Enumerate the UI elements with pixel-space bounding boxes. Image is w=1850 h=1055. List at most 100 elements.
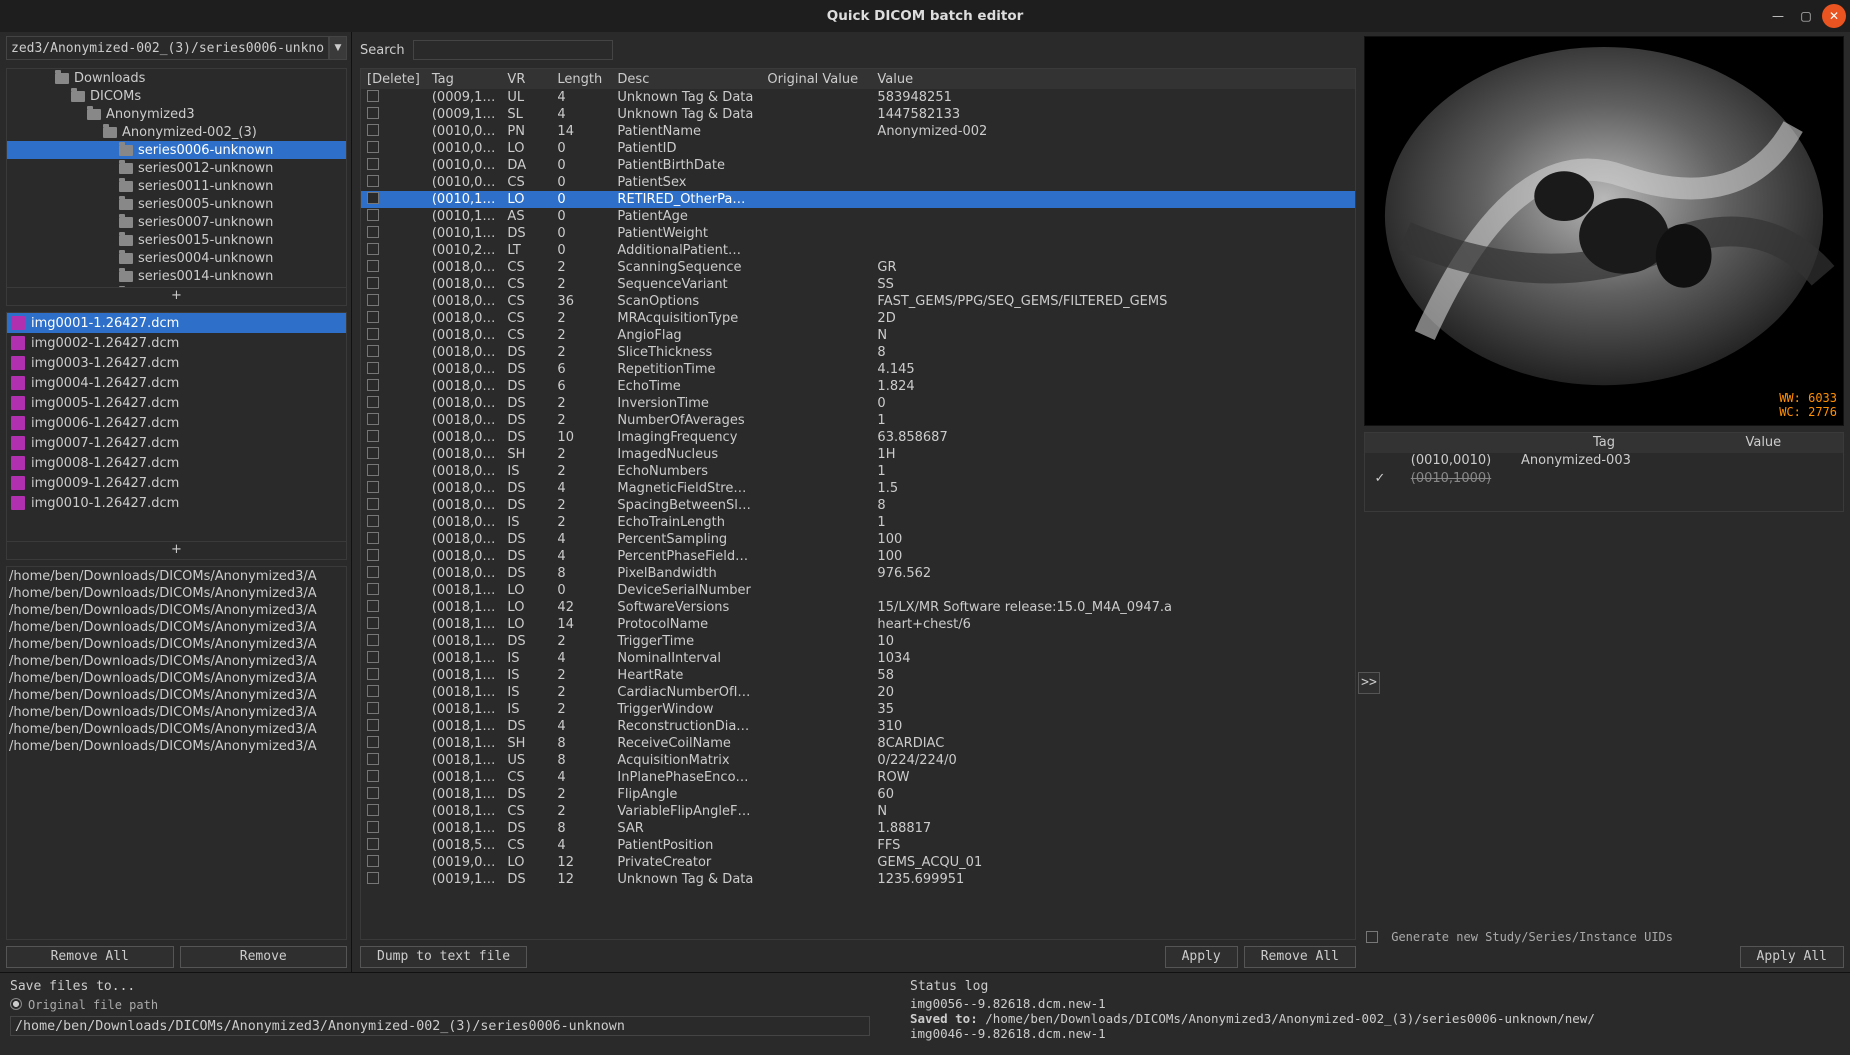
tree-item[interactable]: series0006-unknown xyxy=(7,141,346,159)
delete-checkbox[interactable] xyxy=(367,277,379,289)
tag-row[interactable]: (0018,0…DS4PercentSampling100 xyxy=(361,531,1355,548)
tag-row[interactable]: (0010,0…DA0PatientBirthDate xyxy=(361,157,1355,174)
tag-row[interactable]: (0018,0…DS6RepetitionTime4.145 xyxy=(361,361,1355,378)
file-item[interactable]: img0007-1.26427.dcm xyxy=(7,433,346,453)
delete-checkbox[interactable] xyxy=(367,311,379,323)
tag-row[interactable]: (0018,0…DS4MagneticFieldStre…1.5 xyxy=(361,480,1355,497)
delete-checkbox[interactable] xyxy=(367,787,379,799)
delete-checkbox[interactable] xyxy=(367,515,379,527)
tree-item[interactable]: series0012-unknown xyxy=(7,159,346,177)
delete-checkbox[interactable] xyxy=(367,583,379,595)
tree-item[interactable]: Anonymized3 xyxy=(7,105,346,123)
tag-row[interactable]: (0010,2…LT0AdditionalPatient… xyxy=(361,242,1355,259)
delete-checkbox[interactable] xyxy=(367,634,379,646)
tag-row[interactable]: (0018,0…DS8PixelBandwidth976.562 xyxy=(361,565,1355,582)
delete-checkbox[interactable] xyxy=(367,600,379,612)
folder-path-dropdown[interactable]: ▼ xyxy=(329,36,347,60)
delete-checkbox[interactable] xyxy=(367,124,379,136)
path-item[interactable]: /home/ben/Downloads/DICOMs/Anonymized3/A xyxy=(9,721,344,738)
tag-row[interactable]: (0019,1…DS12Unknown Tag & Data1235.69995… xyxy=(361,871,1355,888)
tag-row[interactable]: (0010,1…LO0RETIRED_OtherPa… xyxy=(361,191,1355,208)
tag-row[interactable]: (0018,0…CS2ScanningSequenceGR xyxy=(361,259,1355,276)
tree-add-button[interactable]: + xyxy=(6,288,347,306)
file-list[interactable]: img0001-1.26427.dcmimg0002-1.26427.dcmim… xyxy=(6,312,347,542)
delete-checkbox[interactable] xyxy=(367,481,379,493)
tag-row[interactable]: (0018,1…SH8ReceiveCoilName8CARDIAC xyxy=(361,735,1355,752)
file-item[interactable]: img0005-1.26427.dcm xyxy=(7,393,346,413)
delete-checkbox[interactable] xyxy=(367,141,379,153)
tree-item[interactable]: series0014-unknown xyxy=(7,267,346,285)
tag-row[interactable]: (0018,0…DS2SpacingBetweenSl…8 xyxy=(361,497,1355,514)
path-item[interactable]: /home/ben/Downloads/DICOMs/Anonymized3/A xyxy=(9,738,344,755)
remove-all-tags-button[interactable]: Remove All xyxy=(1244,946,1356,968)
delete-checkbox[interactable] xyxy=(367,328,379,340)
tag-edit-table[interactable]: Tag Value (0010,0010)Anonymized-003✓(001… xyxy=(1364,432,1844,512)
delete-checkbox[interactable] xyxy=(367,345,379,357)
delete-checkbox[interactable] xyxy=(367,90,379,102)
delete-checkbox[interactable] xyxy=(367,447,379,459)
delete-checkbox[interactable] xyxy=(367,260,379,272)
tag-row[interactable]: (0018,0…DS2NumberOfAverages1 xyxy=(361,412,1355,429)
dump-button[interactable]: Dump to text file xyxy=(360,946,527,968)
delete-checkbox[interactable] xyxy=(367,294,379,306)
tag-table-header[interactable]: Length xyxy=(551,69,611,89)
save-path-input[interactable] xyxy=(10,1016,870,1036)
tag-row[interactable]: (0018,1…DS8SAR1.88817 xyxy=(361,820,1355,837)
delete-checkbox[interactable] xyxy=(367,566,379,578)
file-add-button[interactable]: + xyxy=(6,542,347,560)
path-item[interactable]: /home/ben/Downloads/DICOMs/Anonymized3/A xyxy=(9,704,344,721)
delete-checkbox[interactable] xyxy=(367,617,379,629)
delete-checkbox[interactable] xyxy=(367,770,379,782)
delete-checkbox[interactable] xyxy=(367,685,379,697)
tag-row[interactable]: (0018,5…CS4PatientPositionFFS xyxy=(361,837,1355,854)
tree-item[interactable]: series0005-unknown xyxy=(7,195,346,213)
tree-item[interactable]: Anonymized-002_(3) xyxy=(7,123,346,141)
file-item[interactable]: img0009-1.26427.dcm xyxy=(7,473,346,493)
maximize-button[interactable]: ▢ xyxy=(1794,4,1818,28)
tag-row[interactable]: (0009,1…UL4Unknown Tag & Data583948251 xyxy=(361,89,1355,106)
delete-checkbox[interactable] xyxy=(367,736,379,748)
tag-row[interactable]: (0018,0…DS2InversionTime0 xyxy=(361,395,1355,412)
tag-table-header[interactable]: Value xyxy=(871,69,1355,89)
delete-checkbox[interactable] xyxy=(367,719,379,731)
tag-row[interactable]: (0018,0…IS2EchoNumbers1 xyxy=(361,463,1355,480)
delete-checkbox[interactable] xyxy=(367,158,379,170)
delete-checkbox[interactable] xyxy=(367,243,379,255)
tag-row[interactable]: (0018,1…IS2CardiacNumberOfI…20 xyxy=(361,684,1355,701)
tag-row[interactable]: (0010,1…AS0PatientAge xyxy=(361,208,1355,225)
path-item[interactable]: /home/ben/Downloads/DICOMs/Anonymized3/A xyxy=(9,585,344,602)
file-item[interactable]: img0001-1.26427.dcm xyxy=(7,313,346,333)
tag-row[interactable]: (0018,0…CS2SequenceVariantSS xyxy=(361,276,1355,293)
apply-all-button[interactable]: Apply All xyxy=(1740,946,1844,968)
file-item[interactable]: img0004-1.26427.dcm xyxy=(7,373,346,393)
close-button[interactable]: ✕ xyxy=(1822,4,1846,28)
folder-path-input[interactable] xyxy=(6,36,329,60)
delete-checkbox[interactable] xyxy=(367,362,379,374)
remove-button[interactable]: Remove xyxy=(180,946,348,968)
delete-checkbox[interactable] xyxy=(367,175,379,187)
minimize-button[interactable]: — xyxy=(1766,4,1790,28)
tag-table-header[interactable]: [Delete] xyxy=(361,69,426,89)
tag-row[interactable]: (0018,0…IS2EchoTrainLength1 xyxy=(361,514,1355,531)
generate-uids-checkbox[interactable] xyxy=(1366,931,1378,943)
delete-checkbox[interactable] xyxy=(367,855,379,867)
path-item[interactable]: /home/ben/Downloads/DICOMs/Anonymized3/A xyxy=(9,653,344,670)
tag-row[interactable]: (0018,1…LO14ProtocolNameheart+chest/6 xyxy=(361,616,1355,633)
tag-row[interactable]: (0018,0…DS10ImagingFrequency63.858687 xyxy=(361,429,1355,446)
tree-item[interactable]: series0004-unknown xyxy=(7,249,346,267)
delete-checkbox[interactable] xyxy=(367,668,379,680)
tag-row[interactable]: (0018,0…DS4PercentPhaseField…100 xyxy=(361,548,1355,565)
tag-table-header[interactable]: VR xyxy=(501,69,551,89)
tag-row[interactable]: (0018,1…DS2TriggerTime10 xyxy=(361,633,1355,650)
tag-row[interactable]: (0018,0…SH2ImagedNucleus1H xyxy=(361,446,1355,463)
path-item[interactable]: /home/ben/Downloads/DICOMs/Anonymized3/A xyxy=(9,670,344,687)
tag-row[interactable]: (0018,1…IS4NominalInterval1034 xyxy=(361,650,1355,667)
tree-item[interactable]: Downloads xyxy=(7,69,346,87)
delete-checkbox[interactable] xyxy=(367,379,379,391)
delete-checkbox[interactable] xyxy=(367,532,379,544)
edit-row[interactable]: ✓(0010,1000) xyxy=(1365,471,1843,489)
path-item[interactable]: /home/ben/Downloads/DICOMs/Anonymized3/A xyxy=(9,619,344,636)
delete-checkbox[interactable] xyxy=(367,192,379,204)
file-item[interactable]: img0006-1.26427.dcm xyxy=(7,413,346,433)
tag-row[interactable]: (0018,0…DS6EchoTime1.824 xyxy=(361,378,1355,395)
